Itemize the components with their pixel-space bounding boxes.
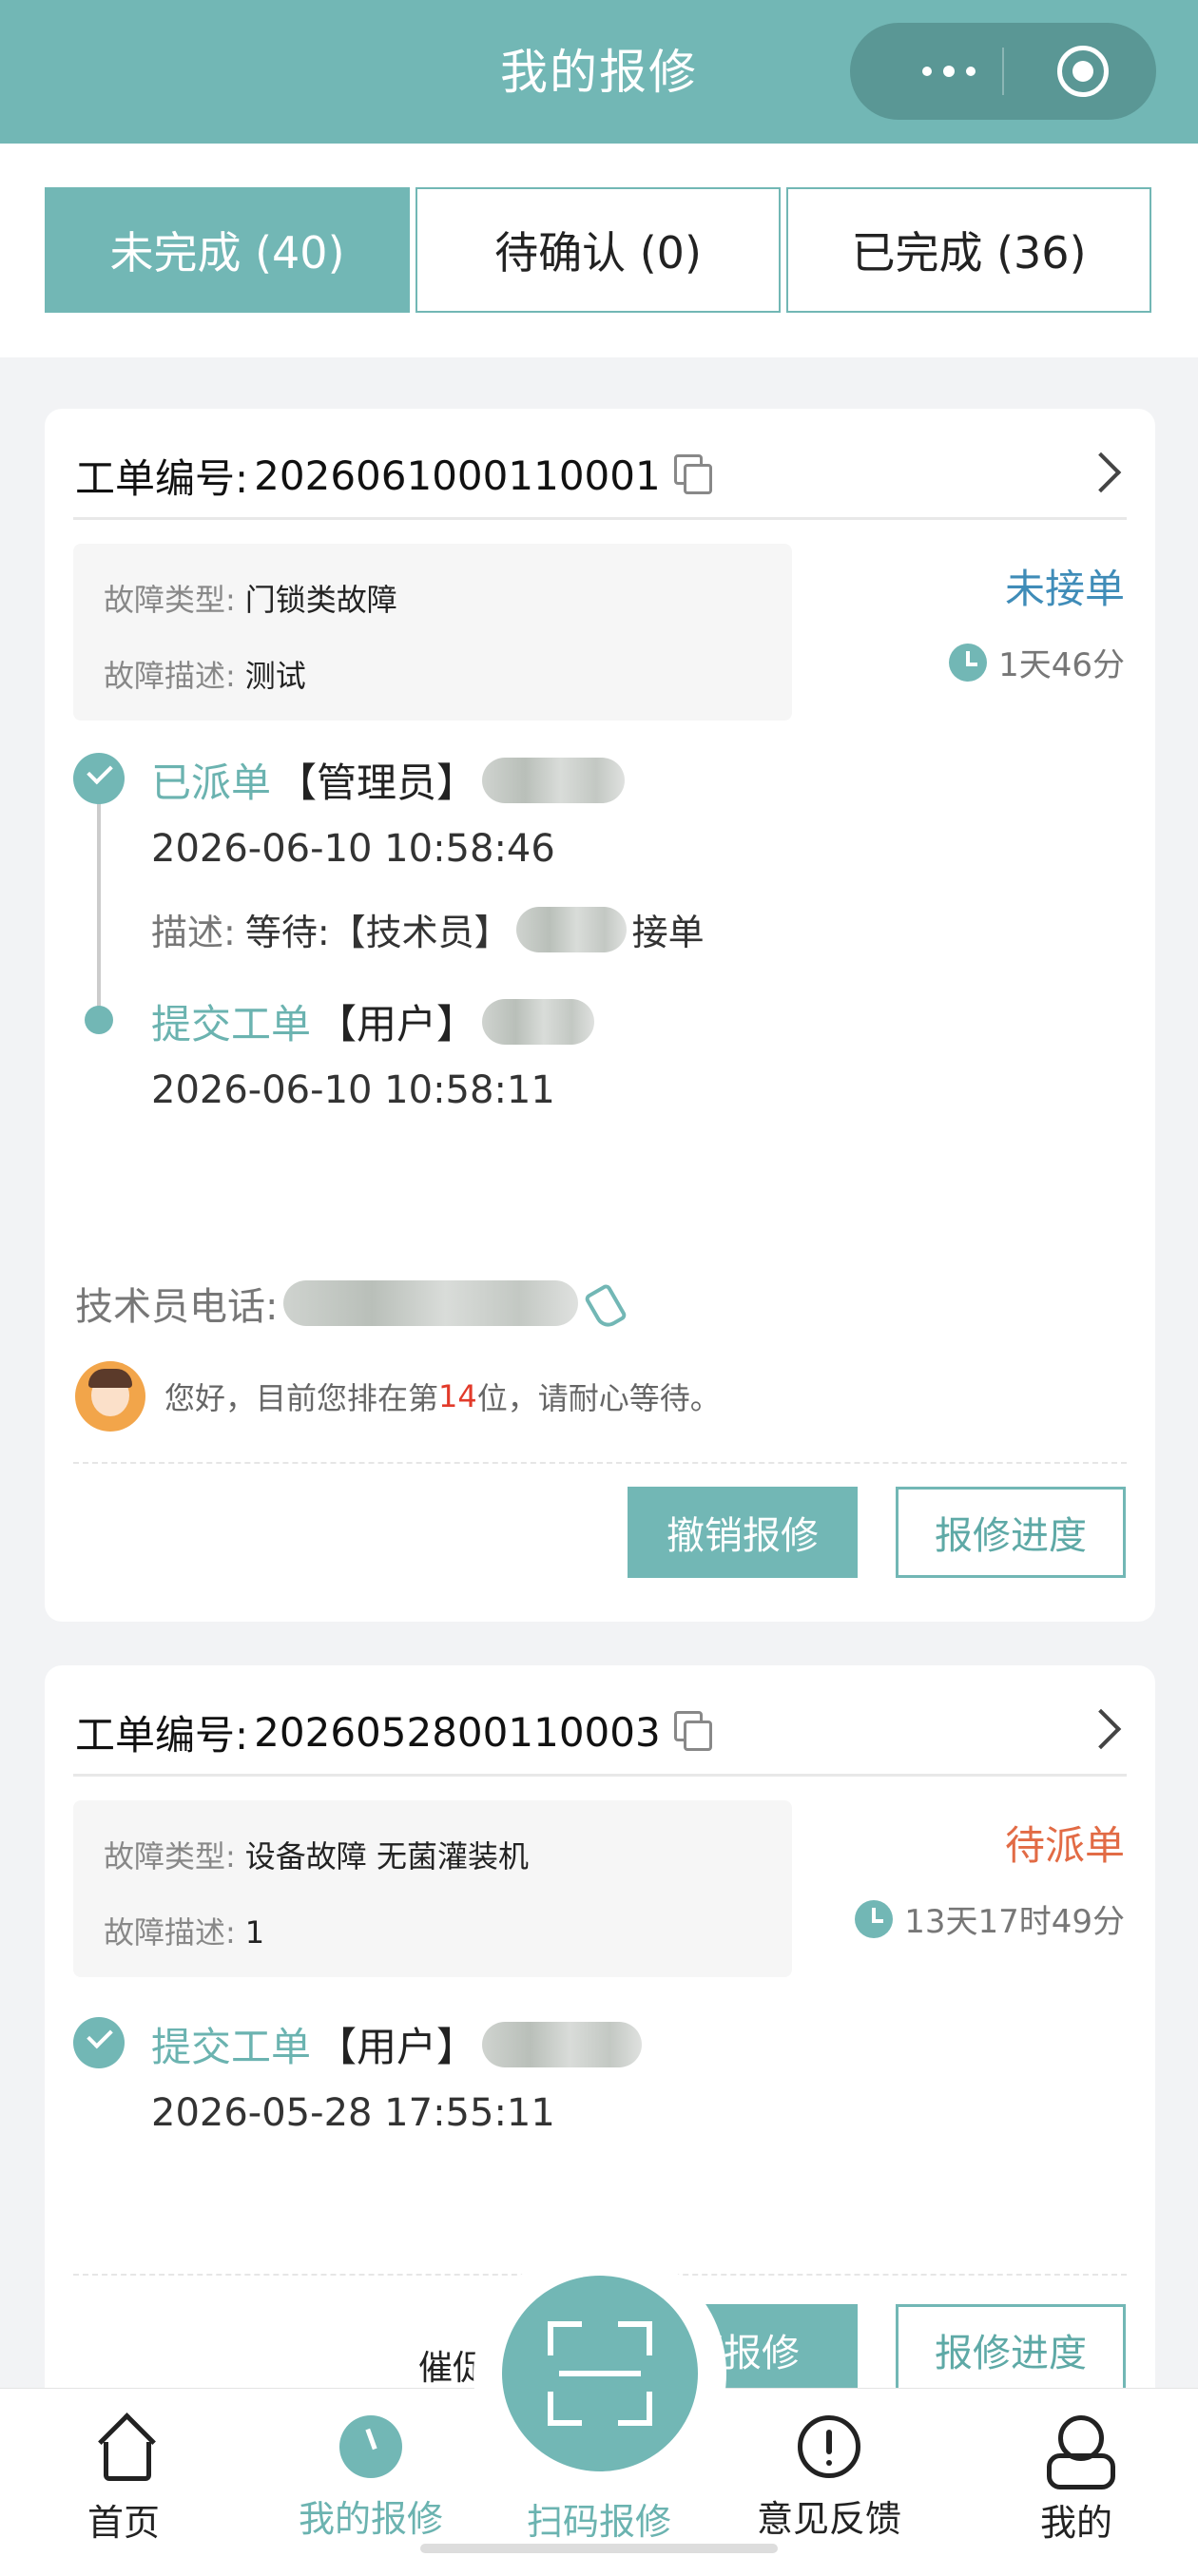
tech-phone-row: 技术员电话:: [75, 1276, 628, 1331]
fault-desc-label: 故障描述:: [104, 658, 236, 694]
avatar: [75, 1361, 145, 1432]
divider: [73, 517, 1127, 520]
scan-icon: [559, 2371, 641, 2376]
nav-my-repairs[interactable]: 我的报修: [276, 2415, 466, 2542]
order-number-label: 工单编号:: [75, 454, 249, 502]
tech-phone-label: 技术员电话:: [75, 1285, 279, 1329]
redacted-name: [482, 757, 626, 803]
clock-icon: [855, 1899, 894, 1938]
fault-desc-label: 故障描述:: [104, 1914, 236, 1951]
timeline-role: 【用户】: [317, 2024, 477, 2070]
nav-mine[interactable]: 我的: [981, 2415, 1171, 2546]
capsule-divider: [1002, 48, 1004, 95]
close-miniapp-icon[interactable]: [1057, 46, 1109, 97]
redacted-name: [482, 2021, 643, 2067]
redacted-name: [515, 906, 627, 952]
nav-mine-label: 我的: [1039, 2502, 1112, 2544]
timeline-step-title: 已派单 【管理员】: [151, 751, 630, 809]
scan-button[interactable]: [502, 2276, 698, 2471]
clock-icon: [949, 643, 988, 682]
timeline-step-title: 提交工单 【用户】: [151, 992, 600, 1050]
fault-desc: 1: [244, 1914, 265, 1951]
fault-info-box: 故障类型: 设备故障 无菌灌装机 故障描述: 1: [73, 1800, 792, 1977]
home-icon: [90, 2415, 157, 2482]
home-indicator: [420, 2544, 778, 2553]
nav-my-repairs-label: 我的报修: [298, 2498, 443, 2540]
more-icon[interactable]: [898, 23, 1002, 120]
status-badge: 未接单: [1004, 566, 1125, 612]
timeline-action: 已派单: [151, 759, 272, 806]
elapsed-value: 1天46分: [998, 646, 1125, 684]
timeline-desc: 描述: 等待:【技术员】 接单: [151, 903, 705, 955]
fault-info-box: 故障类型: 门锁类故障 故障描述: 测试: [73, 544, 792, 721]
nav-feedback[interactable]: 意见反馈: [734, 2415, 924, 2542]
timeline-action: 提交工单: [151, 2024, 312, 2070]
timeline-time: 2026-05-28 17:55:11: [151, 2091, 555, 2135]
timeline-step-title: 提交工单 【用户】: [151, 2015, 647, 2073]
fault-desc: 测试: [244, 658, 306, 694]
check-icon: [73, 2017, 125, 2068]
nav-home[interactable]: 首页: [29, 2415, 219, 2546]
nav-feedback-label: 意见反馈: [756, 2498, 901, 2540]
nav-header: 我的报修: [0, 0, 1198, 144]
repair-progress-button[interactable]: 报修进度: [896, 1487, 1126, 1578]
redacted-phone: [283, 1280, 579, 1326]
order-number: 2026052800110003: [254, 1708, 661, 1756]
fault-type-label: 故障类型:: [104, 582, 236, 618]
queue-number: 14: [438, 1378, 477, 1414]
divider: [73, 1774, 1127, 1777]
timeline-action: 提交工单: [151, 1001, 312, 1048]
status-badge: 待派单: [1004, 1822, 1125, 1869]
order-number-row: 工单编号: 2026061000110001: [75, 437, 716, 513]
timeline-time: 2026-06-10 10:58:11: [151, 1068, 555, 1112]
phone-icon[interactable]: [588, 1283, 628, 1323]
chevron-right-icon[interactable]: [1080, 1708, 1122, 1750]
redacted-name: [482, 998, 595, 1045]
user-icon: [1043, 2415, 1115, 2489]
nav-scan-label[interactable]: 扫码报修: [504, 2492, 694, 2545]
timeline-desc-text: 等待:【技术员】: [244, 912, 511, 953]
tab-incomplete[interactable]: 未完成 (40): [45, 187, 410, 313]
repair-progress-button[interactable]: 报修进度: [896, 2304, 1126, 2395]
order-number-label: 工单编号:: [75, 1711, 249, 1759]
check-icon: [73, 753, 125, 804]
queue-message: 您好，目前您排在第 14 位，请耐心等待。: [75, 1361, 721, 1432]
timeline-line: [97, 779, 101, 1008]
fault-type: 门锁类故障: [244, 582, 397, 618]
fault-type: 设备故障 无菌灌装机: [244, 1838, 529, 1874]
queue-text-suffix: 位，请耐心等待。: [476, 1380, 721, 1416]
queue-text: 您好，目前您排在第: [164, 1380, 439, 1416]
clock-icon: [339, 2415, 402, 2478]
chevron-right-icon[interactable]: [1080, 452, 1122, 493]
tab-completed[interactable]: 已完成 (36): [786, 187, 1151, 313]
timeline-desc-label: 描述:: [151, 912, 236, 953]
nav-home-label: 首页: [87, 2502, 160, 2544]
alert-icon: [798, 2415, 860, 2478]
divider: [73, 1462, 1127, 1464]
cancel-repair-button[interactable]: 撤销报修: [628, 1487, 858, 1578]
timeline-role: 【用户】: [317, 1001, 477, 1048]
timeline-role: 【管理员】: [277, 759, 477, 806]
order-number: 2026061000110001: [254, 452, 661, 499]
fault-type-label: 故障类型:: [104, 1838, 236, 1874]
timeline-time: 2026-06-10 10:58:46: [151, 827, 555, 871]
copy-icon[interactable]: [673, 454, 716, 496]
elapsed-value: 13天17时49分: [904, 1903, 1125, 1941]
copy-icon[interactable]: [673, 1711, 716, 1753]
order-card[interactable]: 工单编号: 2026061000110001 故障类型: 门锁类故障 故障描述: 测…: [45, 409, 1155, 1622]
order-number-row: 工单编号: 2026052800110003: [75, 1694, 716, 1770]
timeline-desc-suffix: 接单: [631, 912, 705, 953]
tab-pending-confirm[interactable]: 待确认 (0): [415, 187, 781, 313]
miniapp-capsule: [850, 23, 1156, 120]
timeline-dot: [85, 1006, 113, 1034]
elapsed-time: 1天46分: [949, 639, 1125, 685]
status-tabs: 未完成 (40) 待确认 (0) 已完成 (36): [0, 144, 1198, 357]
scan-button-wrapper: [473, 2247, 726, 2500]
elapsed-time: 13天17时49分: [855, 1895, 1125, 1942]
